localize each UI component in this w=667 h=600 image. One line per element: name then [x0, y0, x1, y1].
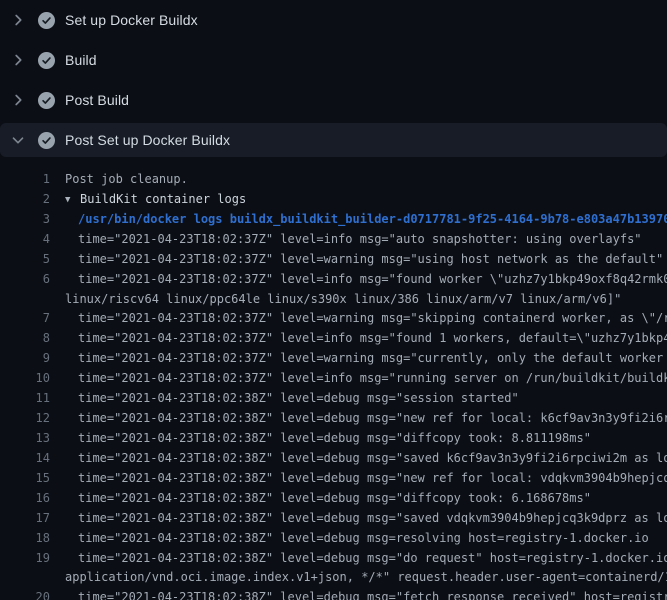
step-label: Build — [65, 52, 97, 68]
log-line-number[interactable]: 3 — [0, 210, 50, 230]
step-header-set-up-docker-buildx[interactable]: Set up Docker Buildx — [0, 0, 667, 40]
log-row: 15 time="2021-04-23T18:02:38Z" level=debu… — [0, 469, 667, 489]
log-row: 11 time="2021-04-23T18:02:38Z" level=debu… — [0, 389, 667, 409]
log-text: time="2021-04-23T18:02:38Z" level=debug … — [78, 489, 591, 509]
chevron-right-icon — [10, 12, 26, 28]
log-text: time="2021-04-23T18:02:37Z" level=info m… — [78, 230, 642, 250]
log-area: 1 Post job cleanup. 2 ▼BuildKit container l… — [0, 160, 667, 600]
log-row: 18 time="2021-04-23T18:02:38Z" level=debu… — [0, 529, 667, 549]
log-text: application/vnd.oci.image.index.v1+json,… — [65, 568, 667, 588]
step-label: Post Set up Docker Buildx — [65, 132, 230, 148]
log-line-number[interactable]: 14 — [0, 449, 50, 469]
log-row: 3/usr/bin/docker logs buildx_buildkit_bu… — [0, 210, 667, 230]
log-text: time="2021-04-23T18:02:38Z" level=debug … — [78, 529, 649, 549]
triangle-down-icon: ▼ — [65, 191, 80, 210]
step-header-build[interactable]: Build — [0, 40, 667, 80]
log-line-number[interactable]: 15 — [0, 469, 50, 489]
log-group-title: BuildKit container logs — [80, 192, 246, 206]
log-row: 10 time="2021-04-23T18:02:37Z" level=info… — [0, 369, 667, 389]
log-row: 7 time="2021-04-23T18:02:37Z" level=warni… — [0, 309, 667, 329]
step-label: Set up Docker Buildx — [65, 12, 198, 28]
log-text: time="2021-04-23T18:02:38Z" level=debug … — [78, 389, 519, 409]
log-row: 14 time="2021-04-23T18:02:38Z" level=debu… — [0, 449, 667, 469]
log-line-number[interactable]: 11 — [0, 389, 50, 409]
log-row: linux/riscv64 linux/ppc64le linux/s390x … — [0, 290, 667, 310]
log-text: time="2021-04-23T18:02:38Z" level=debug … — [78, 588, 667, 600]
log-text: time="2021-04-23T18:02:37Z" level=warnin… — [78, 309, 667, 329]
log-row: 20 time="2021-04-23T18:02:38Z" level=debu… — [0, 588, 667, 600]
check-circle-icon — [38, 52, 55, 69]
log-text: time="2021-04-23T18:02:37Z" level=warnin… — [78, 250, 663, 270]
log-line-number[interactable]: 10 — [0, 369, 50, 389]
log-row: 2 ▼BuildKit container logs — [0, 190, 667, 210]
log-row: 1 Post job cleanup. — [0, 170, 667, 190]
log-line-number[interactable]: 18 — [0, 529, 50, 549]
log-line-number[interactable]: 13 — [0, 429, 50, 449]
log-command-text: /usr/bin/docker logs buildx_buildkit_bui… — [78, 210, 667, 230]
check-circle-icon — [38, 132, 55, 149]
step-label: Post Build — [65, 92, 129, 108]
log-line-number — [0, 568, 50, 588]
chevron-right-icon — [10, 92, 26, 108]
log-row: 4 time="2021-04-23T18:02:37Z" level=info … — [0, 230, 667, 250]
log-line-number[interactable]: 5 — [0, 250, 50, 270]
log-row: 6 time="2021-04-23T18:02:37Z" level=info … — [0, 270, 667, 290]
log-line-number[interactable]: 12 — [0, 409, 50, 429]
log-row: 9 time="2021-04-23T18:02:37Z" level=warni… — [0, 349, 667, 369]
log-line-number[interactable]: 1 — [0, 170, 50, 190]
actions-log-viewer: Set up Docker Buildx Build Post Build Post … — [0, 0, 667, 600]
step-header-post-set-up-docker-buildx[interactable]: Post Set up Docker Buildx — [0, 123, 667, 157]
log-line-number — [0, 290, 50, 310]
log-row: 16 time="2021-04-23T18:02:38Z" level=debu… — [0, 489, 667, 509]
step-header-post-build[interactable]: Post Build — [0, 80, 667, 120]
log-text: time="2021-04-23T18:02:38Z" level=debug … — [78, 469, 667, 489]
log-text: time="2021-04-23T18:02:37Z" level=warnin… — [78, 349, 667, 369]
chevron-right-icon — [10, 52, 26, 68]
chevron-down-icon — [10, 132, 26, 148]
log-group-toggle[interactable]: ▼BuildKit container logs — [65, 190, 246, 210]
log-line-number[interactable]: 16 — [0, 489, 50, 509]
check-circle-icon — [38, 12, 55, 29]
log-text: time="2021-04-23T18:02:38Z" level=debug … — [78, 509, 667, 529]
log-text: time="2021-04-23T18:02:38Z" level=debug … — [78, 409, 667, 429]
log-line-number[interactable]: 7 — [0, 309, 50, 329]
log-text: time="2021-04-23T18:02:38Z" level=debug … — [78, 449, 667, 469]
log-row: 12 time="2021-04-23T18:02:38Z" level=debu… — [0, 409, 667, 429]
log-row: 13 time="2021-04-23T18:02:38Z" level=debu… — [0, 429, 667, 449]
log-line-number[interactable]: 6 — [0, 270, 50, 290]
check-circle-icon — [38, 92, 55, 109]
log-text: linux/riscv64 linux/ppc64le linux/s390x … — [65, 290, 621, 310]
log-text: time="2021-04-23T18:02:37Z" level=info m… — [78, 270, 667, 290]
log-text: time="2021-04-23T18:02:37Z" level=info m… — [78, 369, 667, 389]
log-line-number[interactable]: 20 — [0, 588, 50, 600]
log-text: time="2021-04-23T18:02:38Z" level=debug … — [78, 429, 591, 449]
log-row: application/vnd.oci.image.index.v1+json,… — [0, 568, 667, 588]
log-text: Post job cleanup. — [65, 170, 188, 190]
log-text: time="2021-04-23T18:02:37Z" level=info m… — [78, 329, 667, 349]
log-row: 5 time="2021-04-23T18:02:37Z" level=warni… — [0, 250, 667, 270]
log-row: 19 time="2021-04-23T18:02:38Z" level=debu… — [0, 549, 667, 569]
log-row: 17 time="2021-04-23T18:02:38Z" level=debu… — [0, 509, 667, 529]
log-row: 8 time="2021-04-23T18:02:37Z" level=info … — [0, 329, 667, 349]
job-steps-list: Set up Docker Buildx Build Post Build Post … — [0, 0, 667, 157]
log-line-number[interactable]: 8 — [0, 329, 50, 349]
log-line-number[interactable]: 17 — [0, 509, 50, 529]
log-line-number[interactable]: 9 — [0, 349, 50, 369]
log-line-number[interactable]: 2 — [0, 190, 50, 210]
log-line-number[interactable]: 19 — [0, 549, 50, 569]
log-text: time="2021-04-23T18:02:38Z" level=debug … — [78, 549, 667, 569]
log-line-number[interactable]: 4 — [0, 230, 50, 250]
